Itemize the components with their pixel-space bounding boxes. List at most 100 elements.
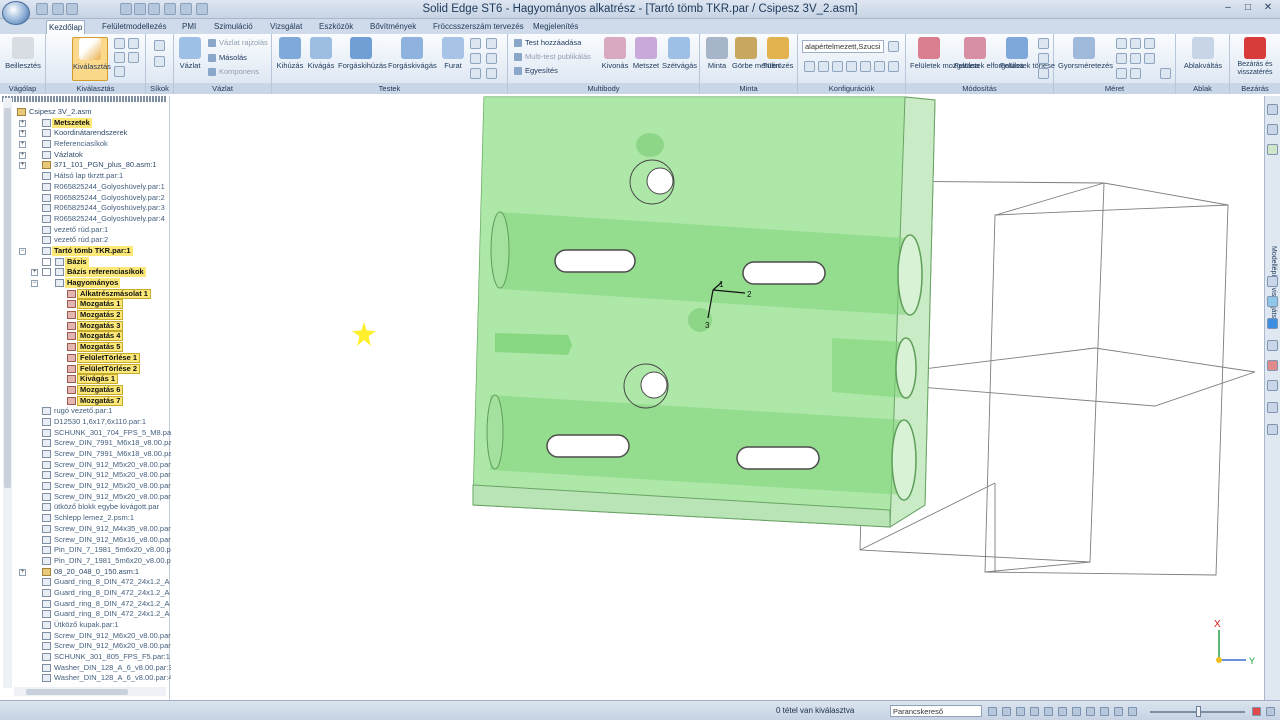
- tree-node[interactable]: Kivágás 1: [0, 374, 165, 385]
- tree-node[interactable]: vezető rúd.par:1: [0, 225, 165, 236]
- hole-button[interactable]: Furat: [440, 37, 466, 81]
- tree-node[interactable]: R065825244_Golyoshüvely.par:3: [0, 203, 165, 214]
- help-icon[interactable]: [1267, 318, 1278, 329]
- tree-node[interactable]: + Referenciasíkok: [0, 139, 165, 150]
- tree-node[interactable]: Mozgatás 7: [0, 395, 165, 407]
- tree-node[interactable]: Guard_ring_8_DIN_472_24x1.2_A: [0, 609, 170, 620]
- tree-node[interactable]: Hátsó lap tkrztt.par:1: [0, 171, 165, 182]
- status-icon-3[interactable]: [1016, 707, 1025, 716]
- tree-node[interactable]: R065825244_Golyoshüvely.par:1: [0, 182, 165, 193]
- cutout-button[interactable]: Kivágás: [307, 37, 335, 81]
- visibility-checkbox[interactable]: [42, 257, 51, 266]
- dock-icon-2[interactable]: [1267, 124, 1278, 135]
- select-filter-icon[interactable]: [114, 52, 125, 63]
- slot-1[interactable]: [554, 249, 636, 273]
- subtract-button[interactable]: Kivonás: [600, 37, 630, 81]
- dim-icon-8[interactable]: [1130, 68, 1141, 79]
- tree-node[interactable]: Pin_DIN_7_1981_5m6x20_v8.00.pa: [0, 556, 175, 567]
- copy-button[interactable]: Másolás: [208, 53, 247, 63]
- tree-node[interactable]: +371_101_PGN_plus_80.asm:1: [0, 160, 165, 171]
- expand-icon[interactable]: +: [19, 141, 26, 149]
- tree-node[interactable]: Guard_ring_8_DIN_472_24x1.2_A: [0, 599, 170, 610]
- status-icon-8[interactable]: [1086, 707, 1095, 716]
- dock-icon-6[interactable]: [1267, 340, 1278, 351]
- tab-vizsgalat[interactable]: Vizsgálat: [268, 20, 304, 34]
- move-faces-button[interactable]: Felületek mozgatása: [910, 37, 979, 81]
- tree-node[interactable]: Mozgatás 5: [0, 342, 165, 353]
- expand-icon[interactable]: +: [19, 568, 26, 576]
- command-finder-input[interactable]: Parancskereső: [890, 705, 982, 717]
- revolve-button[interactable]: Forgáskihúzás: [338, 37, 387, 81]
- minimize-icon[interactable]: –: [1220, 1, 1236, 16]
- pattern-along-curve-button[interactable]: Görbe mentén: [732, 37, 780, 81]
- status-icon-7[interactable]: [1072, 707, 1081, 716]
- tree-node[interactable]: FelületTörlése 2: [0, 363, 165, 375]
- expand-icon[interactable]: +: [19, 162, 26, 170]
- tab-megjelenites[interactable]: Megjelenítés: [531, 20, 580, 34]
- tree-node[interactable]: Screw_DIN_912_M4x35_v8.00.par: [0, 524, 171, 535]
- component-button[interactable]: Komponens: [208, 67, 259, 77]
- sketch-button[interactable]: Vázlat: [177, 37, 203, 81]
- plane-coincident-icon[interactable]: [154, 56, 165, 67]
- tree-node[interactable]: Mozgatás 2: [0, 310, 165, 321]
- dock-icon-4[interactable]: [1267, 276, 1278, 287]
- tree-node[interactable]: Screw_DIN_912_M5x20_v8.00.par: [0, 460, 171, 471]
- dim-icon-6[interactable]: [1144, 53, 1155, 64]
- tree-node[interactable]: rugó vezető.par:1: [0, 406, 165, 417]
- thin-wall-icon[interactable]: [470, 53, 481, 64]
- select-button[interactable]: Kiválasztás: [72, 37, 111, 81]
- tab-pmi[interactable]: PMI: [180, 20, 198, 34]
- dim-icon-7[interactable]: [1116, 68, 1127, 79]
- expand-icon[interactable]: +: [19, 151, 26, 159]
- expand-icon[interactable]: +: [31, 269, 38, 277]
- tree-node[interactable]: Guard_ring_8_DIN_472_24x1.2_A: [0, 577, 170, 588]
- add-body-button[interactable]: Test hozzáadása: [514, 38, 581, 48]
- select-chain-icon[interactable]: [128, 52, 139, 63]
- tree-node[interactable]: Schlepp lemez_2.psm:1: [0, 513, 165, 524]
- tree-node[interactable]: Bázis: [0, 256, 165, 268]
- view-icon-3[interactable]: [832, 61, 843, 72]
- modify-option-icon-1[interactable]: [1038, 38, 1049, 49]
- application-button[interactable]: [2, 1, 30, 25]
- tree-node[interactable]: + Metszetek: [0, 117, 165, 129]
- status-icon-12[interactable]: [1266, 707, 1275, 716]
- tree-node[interactable]: Ütköző kupak.par:1: [0, 620, 165, 631]
- tab-kezdolap[interactable]: Kezdőlap: [46, 20, 86, 34]
- select-box-icon[interactable]: [128, 38, 139, 49]
- tree-node[interactable]: Mozgatás 6: [0, 384, 165, 396]
- status-icon-4[interactable]: [1030, 707, 1039, 716]
- modify-option-icon-2[interactable]: [1038, 53, 1049, 64]
- tree-node[interactable]: R065825244_Golyoshüvely.par:4: [0, 214, 165, 225]
- draft-icon[interactable]: [486, 53, 497, 64]
- close-icon[interactable]: ✕: [1260, 1, 1276, 16]
- text-icon[interactable]: [1160, 68, 1171, 79]
- zoom-slider-knob[interactable]: [1196, 706, 1201, 717]
- dim-icon-4[interactable]: [1116, 53, 1127, 64]
- view-icon-7[interactable]: [888, 61, 899, 72]
- tree-node[interactable]: Screw_DIN_912_M5x20_v8.00.par: [0, 470, 171, 481]
- extrude-button[interactable]: Kihúzás: [276, 37, 304, 81]
- view-icon-1[interactable]: [804, 61, 815, 72]
- dim-icon-3[interactable]: [1144, 38, 1155, 49]
- tree-node[interactable]: −Csipesz 3V_2.asm: [0, 107, 165, 118]
- dock-icon-9[interactable]: [1267, 402, 1278, 413]
- view-icon-4[interactable]: [846, 61, 857, 72]
- restore-icon[interactable]: □: [1240, 1, 1256, 16]
- tab-feluletmodellezes[interactable]: Felületmodellezés: [100, 20, 168, 34]
- tree-node[interactable]: Mozgatás 4: [0, 331, 165, 342]
- tree-node[interactable]: SCHUNK_301_805_FPS_F5.par:1: [0, 652, 170, 663]
- sketch-draw-button[interactable]: Vázlat rajzolás: [208, 38, 268, 48]
- lip-icon[interactable]: [486, 68, 497, 79]
- paste-button[interactable]: Beillesztés: [4, 37, 42, 81]
- tree-node[interactable]: Screw_DIN_912_M6x16_v8.00.par: [0, 535, 171, 546]
- dock-icon-5[interactable]: [1267, 296, 1278, 307]
- dock-icon-1[interactable]: [1267, 104, 1278, 115]
- tree-node[interactable]: Screw_DIN_7991_M6x18_v8.00.par: [0, 449, 175, 460]
- smart-dimension-button[interactable]: Gyorsméretezés: [1058, 37, 1113, 81]
- chamfer-icon[interactable]: [486, 38, 497, 49]
- tree-node[interactable]: +08_20_048_0_150.asm:1: [0, 567, 165, 578]
- revolve-cut-button[interactable]: Forgáskivágás: [388, 37, 437, 81]
- tree-node[interactable]: − Tartó tömb TKR.par:1: [0, 245, 165, 257]
- tree-node[interactable]: Washer_DIN_128_A_6_v8.00.par:4: [0, 673, 173, 684]
- configuration-combo[interactable]: alapértelmezett,Szucsi: [802, 40, 884, 53]
